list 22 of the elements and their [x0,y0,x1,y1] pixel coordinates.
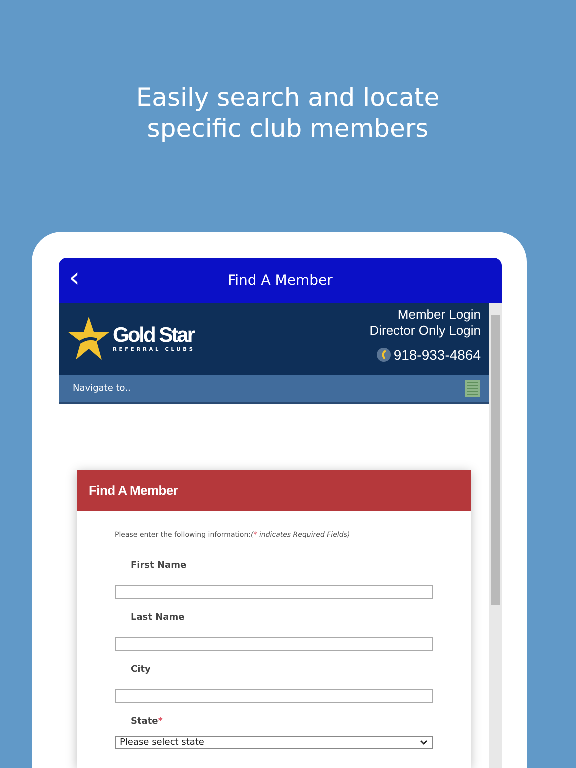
field-label: City [131,665,151,675]
text-field[interactable] [115,637,433,651]
menu-icon[interactable] [465,380,480,397]
screen-title: Find A Member [228,272,333,288]
star-logo-icon [67,316,111,362]
field-label: First Name [131,561,187,571]
phone-icon [376,348,391,362]
logo-name: Gold Star [113,325,196,347]
field-label: Last Name [131,613,185,623]
text-field[interactable] [115,585,433,599]
field-label: State* [131,717,163,727]
login-link[interactable]: Director Only Login [370,323,481,339]
state-dropdown[interactable]: Please select state [115,736,433,749]
login-link[interactable]: Member Login [398,307,481,323]
chevron-down-icon [420,740,428,746]
navigate-label[interactable]: Navigate to.. [73,384,131,394]
back-button[interactable]: ‹ [65,264,84,292]
headline-text: Easily search and locate specific club members [136,82,440,144]
scrollbar[interactable] [489,303,502,768]
text-field[interactable] [115,689,433,703]
card-title: Find A Member [89,483,178,498]
phone-link[interactable]: 918-933-4864 [394,347,481,363]
